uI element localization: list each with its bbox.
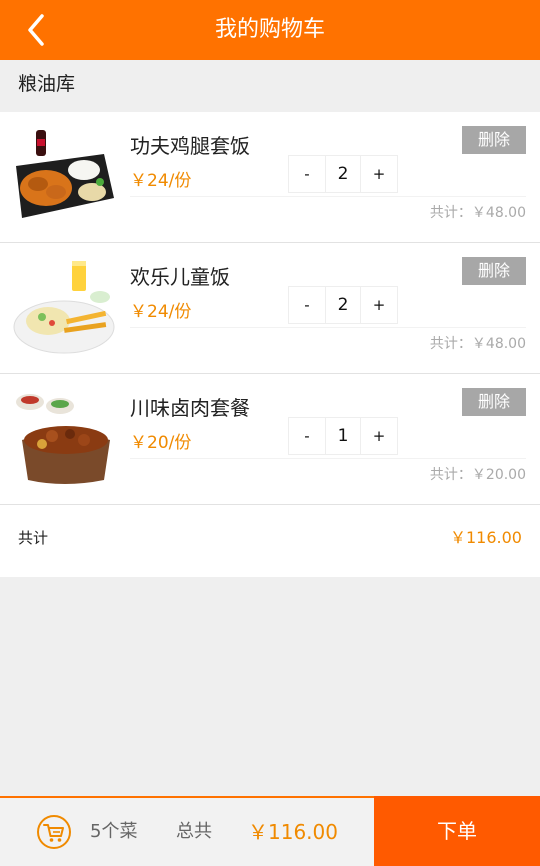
dish-image	[12, 257, 116, 357]
store-name: 粮油库	[18, 73, 76, 95]
dish-price: ￥20/份	[130, 433, 192, 453]
cart-item: 欢乐儿童饭 ￥24/份 - 2 + 删除 共计：￥48.00	[0, 243, 540, 374]
store-header: 粮油库	[0, 60, 540, 110]
dish-image	[12, 388, 116, 488]
item-subtotal: 共计：￥48.00	[429, 336, 526, 352]
quantity-value[interactable]: 2	[325, 156, 361, 192]
item-divider	[130, 458, 526, 459]
cart-item: 功夫鸡腿套饭 ￥24/份 - 2 + 删除 共计：￥48.00	[0, 112, 540, 243]
cart-icon[interactable]	[36, 814, 72, 850]
delete-button[interactable]: 删除	[462, 257, 526, 285]
quantity-stepper: - 2 +	[288, 286, 398, 324]
decrease-button[interactable]: -	[289, 156, 325, 192]
quantity-stepper: - 2 +	[288, 155, 398, 193]
cart-total-row: 共计 ￥116.00	[0, 505, 540, 577]
dish-name: 欢乐儿童饭	[130, 265, 230, 289]
footer-total-label: 总共	[176, 821, 212, 842]
total-label: 共计	[18, 529, 49, 547]
quantity-value[interactable]: 1	[325, 418, 361, 454]
place-order-button[interactable]: 下单	[374, 796, 540, 866]
dish-count: 5个菜	[90, 821, 138, 842]
dish-image	[12, 126, 116, 226]
item-divider	[130, 327, 526, 328]
delete-button[interactable]: 删除	[462, 126, 526, 154]
dish-name: 功夫鸡腿套饭	[130, 134, 250, 158]
footer-total-amount: ￥116.00	[248, 820, 338, 844]
decrease-button[interactable]: -	[289, 418, 325, 454]
increase-button[interactable]: +	[361, 418, 397, 454]
checkout-bar: 5个菜 总共 ￥116.00 下单	[0, 796, 540, 866]
delete-button[interactable]: 删除	[462, 388, 526, 416]
top-bar: 我的购物车	[0, 0, 540, 60]
item-subtotal: 共计：￥48.00	[429, 205, 526, 221]
item-subtotal: 共计：￥20.00	[429, 467, 526, 483]
decrease-button[interactable]: -	[289, 287, 325, 323]
increase-button[interactable]: +	[361, 287, 397, 323]
increase-button[interactable]: +	[361, 156, 397, 192]
quantity-stepper: - 1 +	[288, 417, 398, 455]
cart-item: 川味卤肉套餐 ￥20/份 - 1 + 删除 共计：￥20.00	[0, 374, 540, 505]
dish-name: 川味卤肉套餐	[130, 396, 250, 420]
total-amount: ￥116.00	[450, 528, 522, 547]
page-title: 我的购物车	[214, 17, 325, 42]
cart-list: 功夫鸡腿套饭 ￥24/份 - 2 + 删除 共计：￥48.00 欢乐儿童饭 ￥2…	[0, 112, 540, 577]
quantity-value[interactable]: 2	[325, 287, 361, 323]
dish-price: ￥24/份	[130, 302, 192, 322]
dish-price: ￥24/份	[130, 171, 192, 191]
item-divider	[130, 196, 526, 197]
